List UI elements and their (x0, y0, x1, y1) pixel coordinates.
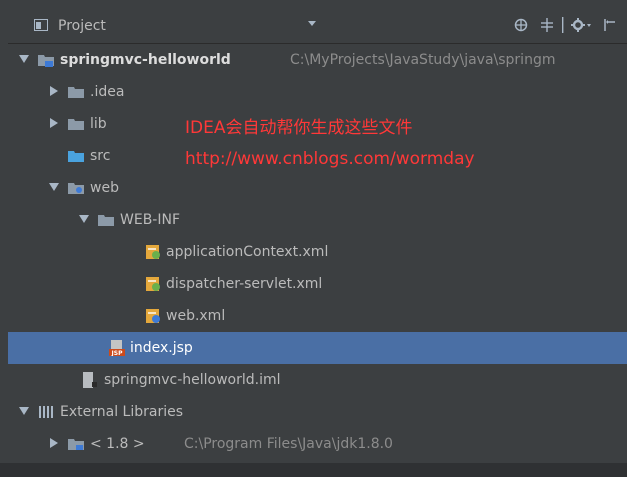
project-view-icon (34, 19, 48, 31)
tree-item-label: External Libraries (60, 404, 183, 420)
jsp-icon: JSP (109, 340, 125, 356)
tree-item-jdk[interactable]: < 1.8 > C:\Program Files\Java\jdk1.8.0 (8, 428, 627, 460)
project-header: Project (8, 8, 627, 44)
gear-icon[interactable] (571, 18, 593, 32)
web-xml-icon (146, 309, 160, 323)
tree-item-index-jsp[interactable]: JSP index.jsp (8, 332, 627, 364)
tree-item-path: C:\MyProjects\JavaStudy\java\springm (290, 52, 556, 68)
annotation-line-1: IDEA会自动帮你生成这些文件 (185, 118, 413, 138)
tree-item-label: springmvc-helloworld (60, 52, 231, 68)
project-title[interactable]: Project (58, 17, 106, 35)
project-tree: springmvc-helloworld C:\MyProjects\JavaS… (8, 44, 627, 464)
tree-item-label: applicationContext.xml (166, 244, 329, 260)
bottom-strip (0, 463, 627, 477)
expanded-arrow-icon[interactable] (18, 53, 30, 65)
source-folder-icon (68, 151, 84, 162)
tree-item-label: web (90, 180, 119, 196)
module-folder-icon (38, 55, 54, 67)
collapse-icon[interactable] (540, 18, 554, 32)
tree-item-label: < 1.8 > (90, 436, 145, 452)
separator-icon (562, 17, 564, 33)
svg-text:JSP: JSP (111, 350, 124, 356)
collapsed-arrow-icon[interactable] (48, 117, 60, 129)
jdk-icon (68, 439, 84, 450)
project-tool-window: Project springmvc-helloworld C:\MyProjec… (0, 0, 627, 477)
tree-item-label: .idea (90, 84, 125, 100)
tree-item-web-inf[interactable]: WEB-INF (8, 204, 627, 236)
expanded-arrow-icon[interactable] (18, 405, 30, 417)
tree-item-web-xml[interactable]: web.xml (8, 300, 627, 332)
tree-item-label: web.xml (166, 308, 226, 324)
tree-item-idea[interactable]: .idea (8, 76, 627, 108)
tree-item-project-root[interactable]: springmvc-helloworld C:\MyProjects\JavaS… (8, 44, 627, 76)
collapsed-arrow-icon[interactable] (48, 85, 60, 97)
folder-icon (68, 119, 84, 130)
chevron-down-icon[interactable] (308, 21, 316, 27)
folder-icon (68, 87, 84, 98)
tree-item-web[interactable]: web (8, 172, 627, 204)
tree-item-label: dispatcher-servlet.xml (166, 276, 323, 292)
collapsed-arrow-icon[interactable] (48, 437, 60, 449)
spring-xml-icon (146, 277, 160, 291)
tree-item-external-libraries[interactable]: External Libraries (8, 396, 627, 428)
iml-icon (83, 372, 97, 388)
tree-item-iml[interactable]: springmvc-helloworld.iml (8, 364, 627, 396)
tree-item-label: springmvc-helloworld.iml (104, 372, 281, 388)
tree-item-dispatcher-servlet[interactable]: dispatcher-servlet.xml (8, 268, 627, 300)
tree-item-label: src (90, 148, 111, 164)
expanded-arrow-icon[interactable] (78, 213, 90, 225)
tree-item-label: lib (90, 116, 107, 132)
tree-item-label: WEB-INF (120, 212, 180, 228)
libraries-icon (39, 406, 53, 418)
tree-item-application-context[interactable]: applicationContext.xml (8, 236, 627, 268)
tree-item-path: C:\Program Files\Java\jdk1.8.0 (184, 436, 393, 452)
expanded-arrow-icon[interactable] (48, 181, 60, 193)
tree-item-label: index.jsp (130, 340, 193, 356)
annotation-line-2: http://www.cnblogs.com/wormday (185, 149, 475, 169)
folder-icon (98, 215, 114, 226)
spring-xml-icon (146, 245, 160, 259)
web-folder-icon (68, 183, 84, 194)
hide-icon[interactable] (603, 18, 617, 32)
crosshair-icon[interactable] (514, 18, 528, 32)
